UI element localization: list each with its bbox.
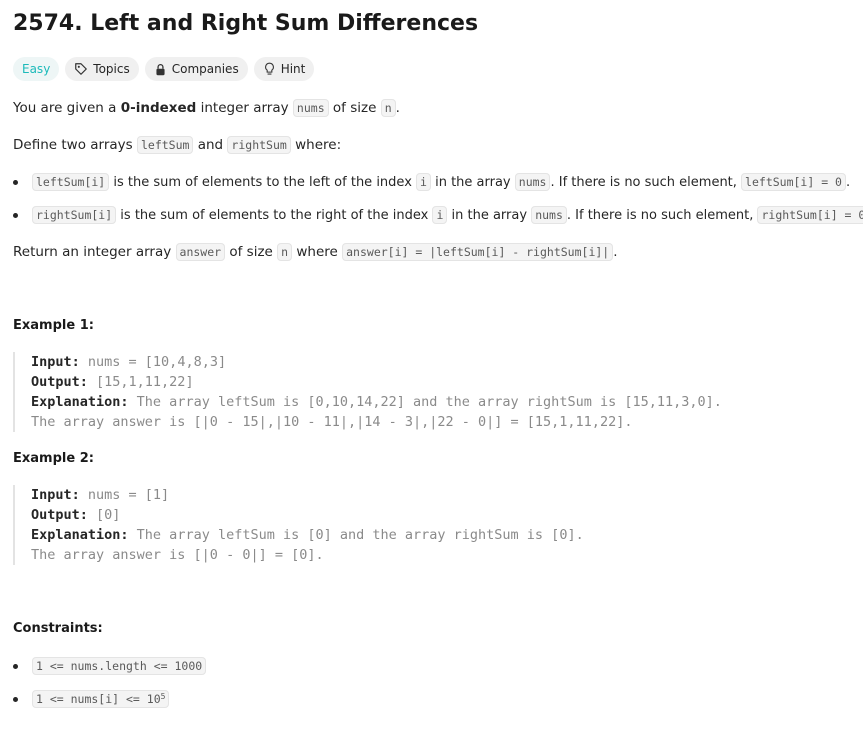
companies-label: Companies bbox=[171, 62, 239, 76]
paragraph-return: Return an integer array answer of size n… bbox=[13, 243, 618, 261]
paragraph-given: You are given a 0-indexed integer array … bbox=[13, 99, 400, 117]
inline-code: nums bbox=[292, 99, 329, 117]
problem-description: 2574. Left and Right Sum Differences Eas… bbox=[0, 0, 863, 739]
example-1-block: Input: nums = [10,4,8,3] Output: [15,1,1… bbox=[13, 352, 722, 432]
difficulty-badge[interactable]: Easy bbox=[13, 57, 60, 81]
topics-button[interactable]: Topics bbox=[65, 57, 139, 81]
constraints-heading: Constraints: bbox=[13, 621, 103, 636]
inline-code: rightSum bbox=[227, 136, 291, 154]
companies-button[interactable]: Companies bbox=[144, 57, 248, 81]
lightbulb-icon bbox=[263, 62, 276, 76]
tag-icon bbox=[74, 62, 88, 76]
paragraph-define: Define two arrays leftSum and rightSum w… bbox=[13, 136, 342, 154]
problem-title: 2574. Left and Right Sum Differences bbox=[13, 11, 479, 36]
bullet-leftsum: leftSum[i] is the sum of elements to the… bbox=[13, 172, 850, 193]
example-1-heading: Example 1: bbox=[13, 318, 94, 333]
lock-icon bbox=[154, 63, 167, 76]
hint-label: Hint bbox=[280, 62, 306, 76]
constraint-length: 1 <= nums.length <= 1000 bbox=[13, 656, 207, 677]
problem-tags: Easy Topics Companies Hint bbox=[13, 57, 315, 81]
topics-label: Topics bbox=[93, 62, 130, 76]
bullet-rightsum: rightSum[i] is the sum of elements to th… bbox=[13, 205, 863, 226]
inline-code: n bbox=[380, 99, 396, 117]
hint-button[interactable]: Hint bbox=[253, 57, 315, 81]
example-2-heading: Example 2: bbox=[13, 451, 94, 466]
example-2-block: Input: nums = [1] Output: [0] Explanatio… bbox=[13, 485, 584, 565]
inline-code: leftSum bbox=[136, 136, 194, 154]
constraint-value: 1 <= nums[i] <= 105 bbox=[13, 689, 170, 710]
